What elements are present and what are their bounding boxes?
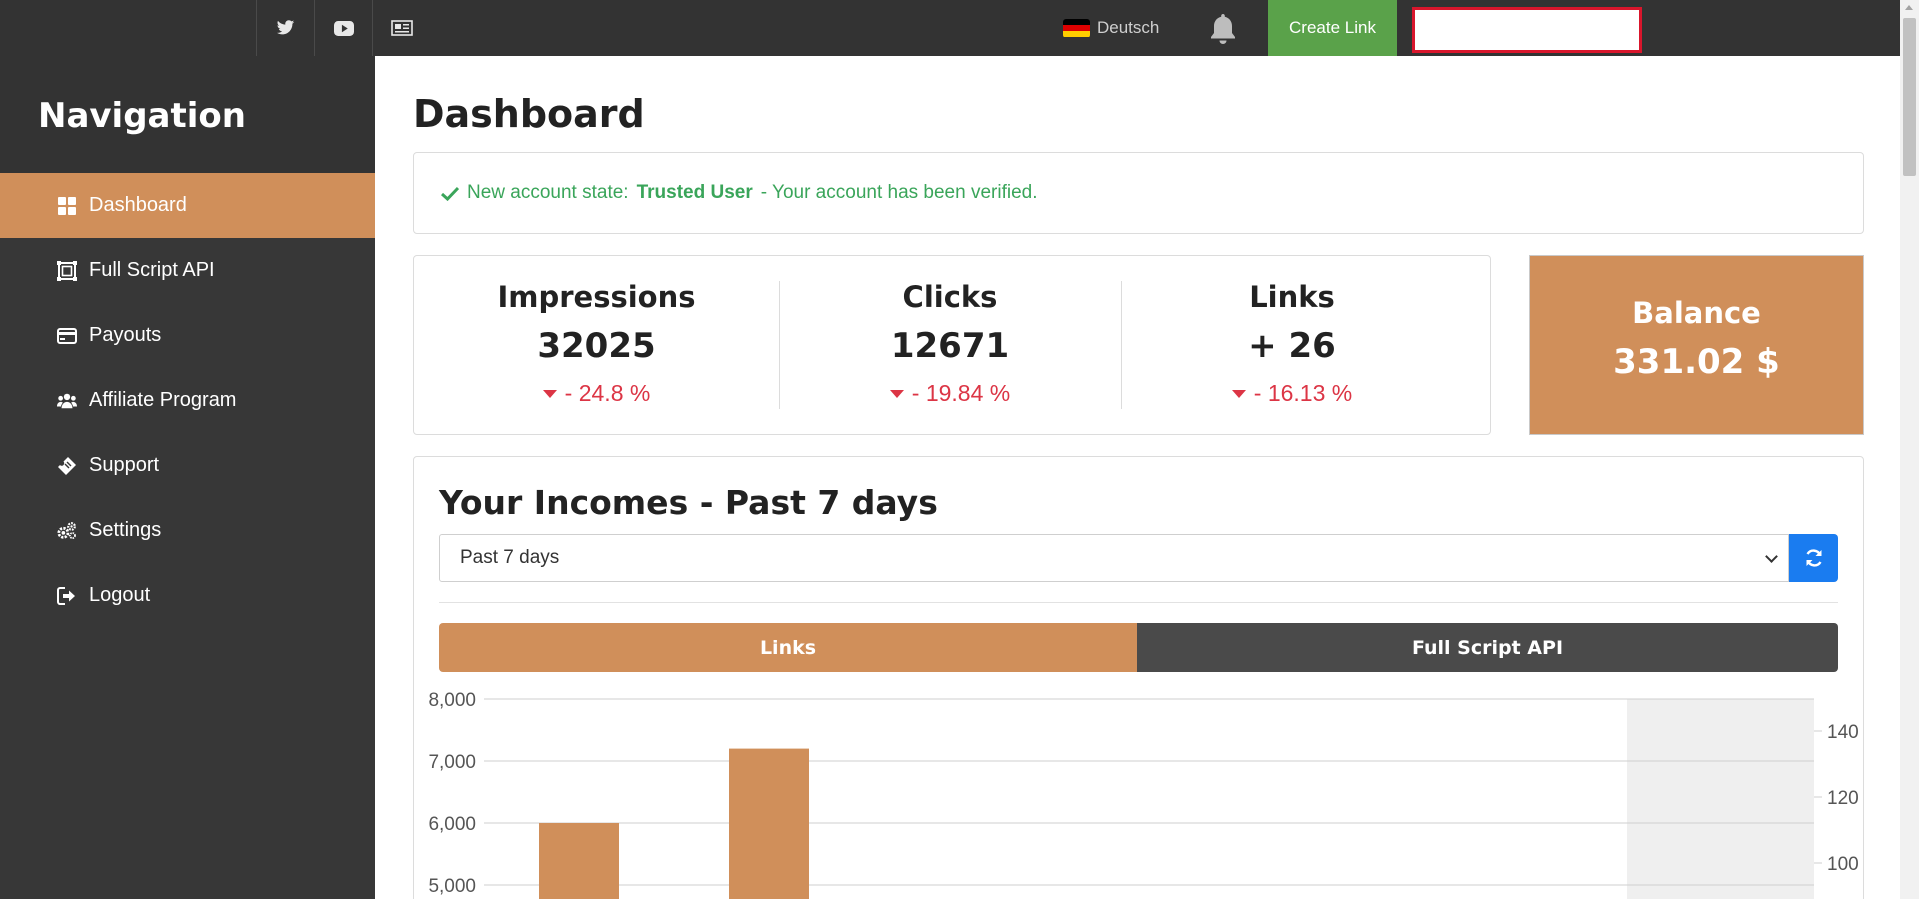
caret-down-icon bbox=[542, 389, 557, 398]
check-icon bbox=[441, 186, 459, 201]
create-link-button[interactable]: Create Link bbox=[1268, 0, 1397, 56]
main-content: Dashboard New account state: Trusted Use… bbox=[375, 56, 1900, 899]
gears-icon bbox=[57, 521, 77, 541]
scroll-up-arrow-icon[interactable] bbox=[1905, 5, 1913, 10]
chart-y-tick-label: 8,000 bbox=[428, 690, 476, 711]
stat-change: - 16.13 % bbox=[1121, 380, 1463, 407]
page-title: Dashboard bbox=[413, 92, 645, 136]
top-bar: Deutsch Create Link bbox=[0, 0, 1900, 56]
chart-y2-tick-label: 140 bbox=[1827, 722, 1859, 743]
chart-y-tick-label: 6,000 bbox=[428, 814, 476, 835]
sidebar-item-affiliate-program[interactable]: Affiliate Program bbox=[0, 368, 375, 433]
stat-impressions: Impressions 32025 - 24.8 % bbox=[414, 256, 779, 434]
script-icon bbox=[57, 260, 77, 281]
alert-suffix: - Your account has been verified. bbox=[760, 182, 1038, 203]
sidebar-header: Navigation bbox=[0, 56, 375, 173]
chart-bar bbox=[729, 748, 809, 899]
stat-change-value: - 24.8 % bbox=[564, 380, 651, 406]
refresh-icon bbox=[1805, 549, 1822, 567]
sidebar: Navigation Dashboard Full Script API Pay… bbox=[0, 56, 375, 899]
chart-y2-tick-label: 100 bbox=[1827, 854, 1859, 875]
income-panel: Your Incomes - Past 7 days Past 7 days L… bbox=[413, 456, 1864, 899]
date-range-value: Past 7 days bbox=[460, 547, 560, 568]
stat-value: 32025 bbox=[537, 326, 656, 366]
stat-value: + 26 bbox=[1248, 326, 1336, 366]
alert-prefix: New account state: bbox=[467, 182, 629, 203]
bell-icon bbox=[1211, 14, 1235, 44]
sidebar-item-support[interactable]: Support bbox=[0, 433, 375, 498]
notifications-button[interactable] bbox=[1208, 12, 1238, 44]
account-state-alert: New account state: Trusted User - Your a… bbox=[413, 152, 1864, 234]
sidebar-item-label: Dashboard bbox=[89, 194, 187, 216]
news-link[interactable] bbox=[372, 0, 430, 56]
chart-y-tick-label: 7,000 bbox=[428, 752, 476, 773]
stats-panel: Impressions 32025 - 24.8 % Clicks 12671 … bbox=[413, 255, 1491, 435]
caret-down-icon bbox=[1231, 389, 1246, 398]
credit-card-icon bbox=[57, 326, 77, 346]
balance-card: Balance 331.02 $ bbox=[1529, 255, 1864, 435]
ticket-icon bbox=[57, 456, 77, 476]
tab-full-script-api[interactable]: Full Script API bbox=[1137, 623, 1838, 672]
date-range-select[interactable]: Past 7 days bbox=[439, 534, 1789, 582]
income-title: Your Incomes - Past 7 days bbox=[439, 483, 938, 522]
youtube-link[interactable] bbox=[314, 0, 372, 56]
language-label: Deutsch bbox=[1097, 18, 1160, 37]
sidebar-item-label: Logout bbox=[89, 584, 151, 606]
income-chart: 8,000 7,000 6,000 5,000 140 120 100 bbox=[428, 690, 1859, 899]
chart-y-tick-label: 5,000 bbox=[428, 876, 476, 897]
tab-links[interactable]: Links bbox=[439, 623, 1137, 672]
refresh-button[interactable] bbox=[1789, 534, 1838, 582]
sidebar-item-label: Payouts bbox=[89, 324, 162, 346]
stat-value: 12671 bbox=[890, 326, 1010, 366]
stat-change-value: - 16.13 % bbox=[1253, 380, 1353, 406]
chart-bar bbox=[539, 823, 619, 899]
germany-flag-icon bbox=[1063, 18, 1090, 38]
stat-label: Clicks bbox=[902, 280, 998, 314]
sidebar-title: Navigation bbox=[38, 96, 246, 136]
scrollbar-thumb[interactable] bbox=[1903, 18, 1916, 176]
stat-label: Links bbox=[1249, 280, 1335, 314]
sidebar-item-settings[interactable]: Settings bbox=[0, 498, 375, 563]
caret-down-icon bbox=[889, 389, 904, 398]
sidebar-item-dashboard[interactable]: Dashboard bbox=[0, 173, 375, 238]
page-scrollbar[interactable] bbox=[1900, 0, 1919, 899]
sidebar-item-label: Support bbox=[89, 454, 160, 476]
search-input[interactable] bbox=[1412, 7, 1642, 53]
balance-label: Balance bbox=[1632, 296, 1761, 330]
twitter-icon bbox=[276, 20, 295, 35]
youtube-icon bbox=[333, 20, 354, 36]
stat-change: - 19.84 % bbox=[779, 380, 1121, 407]
twitter-link[interactable] bbox=[256, 0, 314, 56]
separator bbox=[439, 602, 1838, 603]
sidebar-item-label: Affiliate Program bbox=[89, 389, 237, 411]
logout-icon bbox=[57, 586, 77, 606]
stat-links: Links + 26 - 16.13 % bbox=[1121, 256, 1463, 434]
chart-y2-tick-label: 120 bbox=[1827, 788, 1859, 809]
sidebar-item-payouts[interactable]: Payouts bbox=[0, 303, 375, 368]
dashboard-icon bbox=[57, 196, 77, 216]
sidebar-item-label: Settings bbox=[89, 519, 162, 541]
stat-change-value: - 19.84 % bbox=[911, 380, 1011, 406]
chevron-down-icon bbox=[1765, 550, 1778, 563]
balance-value: 331.02 $ bbox=[1613, 342, 1780, 382]
users-icon bbox=[57, 391, 77, 411]
sidebar-item-full-script-api[interactable]: Full Script API bbox=[0, 238, 375, 303]
stat-label: Impressions bbox=[497, 280, 696, 314]
chart-highlight-band bbox=[1627, 699, 1814, 899]
news-icon bbox=[390, 20, 413, 36]
sidebar-item-label: Full Script API bbox=[89, 259, 215, 281]
language-selector[interactable]: Deutsch bbox=[1063, 0, 1159, 56]
stat-clicks: Clicks 12671 - 19.84 % bbox=[779, 256, 1121, 434]
sidebar-item-logout[interactable]: Logout bbox=[0, 563, 375, 628]
stat-change: - 24.8 % bbox=[414, 380, 779, 407]
alert-state: Trusted User bbox=[636, 182, 753, 203]
